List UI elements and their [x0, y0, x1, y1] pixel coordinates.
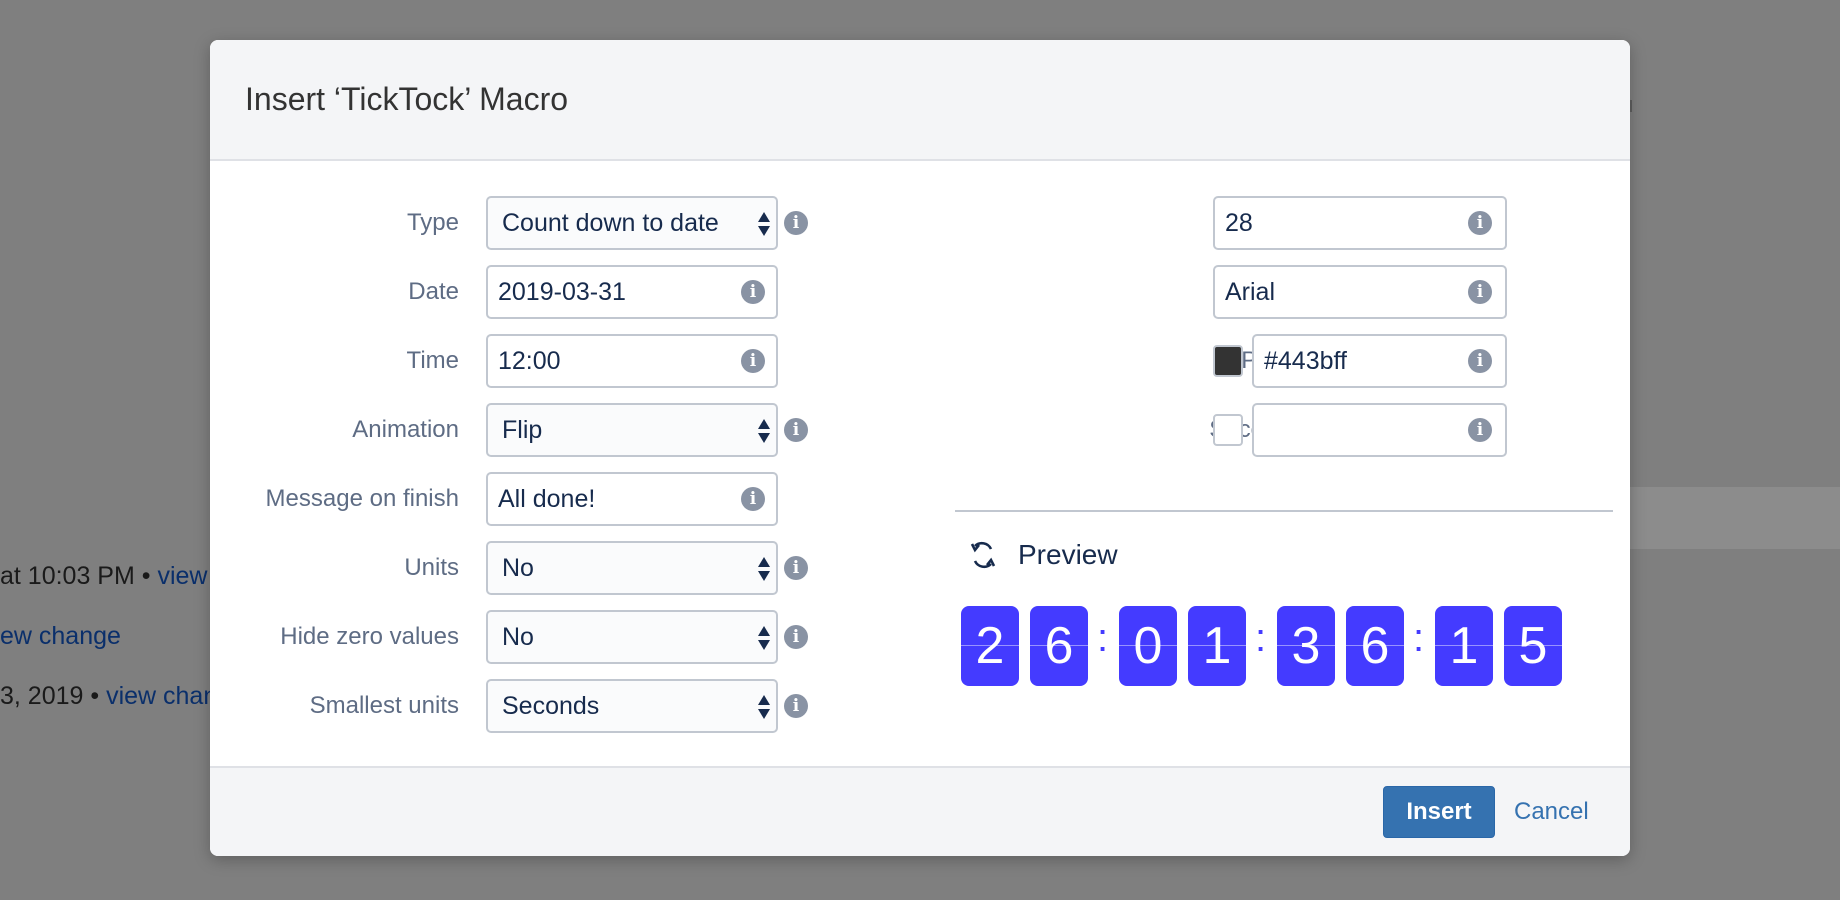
units-label: Units	[404, 554, 459, 581]
date-input[interactable]: 2019-03-31	[486, 265, 778, 319]
hide-zero-select-value: No	[502, 622, 534, 651]
dialog-header: Insert ‘TickTock’ Macro	[210, 40, 1630, 161]
units-select-value: No	[502, 553, 534, 582]
date-label: Date	[408, 278, 459, 305]
dialog-body: Type Count down to date i Date 2019-03-3…	[210, 161, 1630, 766]
countdown-digit: 2	[961, 606, 1019, 686]
units-info-icon[interactable]: i	[784, 556, 808, 580]
countdown-digit: 0	[1119, 606, 1177, 686]
units-select[interactable]: No	[486, 541, 778, 595]
cancel-button[interactable]: Cancel	[1510, 786, 1593, 838]
hide-zero-info-icon[interactable]: i	[784, 625, 808, 649]
countdown-digit: 6	[1346, 606, 1404, 686]
type-label: Type	[406, 209, 459, 236]
message-label: Message on finish	[265, 485, 459, 512]
message-input[interactable]: All done!	[486, 472, 778, 526]
size-input-value: 28	[1225, 208, 1253, 237]
countdown-digit: 1	[1188, 606, 1246, 686]
primary-colour-swatch[interactable]	[1213, 345, 1243, 377]
preview-divider	[955, 510, 1613, 512]
font-info-icon[interactable]: i	[1468, 280, 1492, 304]
dialog-footer: Insert Cancel	[210, 766, 1630, 856]
primary-colour-info-icon[interactable]: i	[1468, 349, 1492, 373]
date-info-icon[interactable]: i	[741, 280, 765, 304]
countdown-separator: :	[1255, 616, 1267, 660]
message-info-icon[interactable]: i	[741, 487, 765, 511]
type-select[interactable]: Count down to date	[486, 196, 778, 250]
date-input-value: 2019-03-31	[498, 277, 626, 306]
type-select-value: Count down to date	[502, 208, 719, 237]
font-input[interactable]: Arial	[1213, 265, 1507, 319]
background-link: ew change	[0, 622, 121, 650]
select-arrows-icon	[758, 210, 770, 238]
hide-zero-label: Hide zero values	[280, 623, 459, 650]
preview-title: Preview	[1018, 539, 1118, 570]
preview-header: Preview	[968, 539, 1118, 571]
countdown-digit: 6	[1030, 606, 1088, 686]
background-band	[1628, 487, 1840, 549]
background-history-line-1: at 10:03 PM • view	[0, 562, 207, 591]
countdown-separator: :	[1097, 616, 1109, 660]
smallest-units-select-value: Seconds	[502, 691, 600, 720]
time-input[interactable]: 12:00	[486, 334, 778, 388]
smallest-units-label: Smallest units	[309, 692, 459, 719]
animation-label: Animation	[352, 416, 459, 443]
animation-select[interactable]: Flip	[486, 403, 778, 457]
background-history-line-2: ew change	[0, 622, 121, 651]
message-input-value: All done!	[498, 484, 596, 513]
countdown-digit: 1	[1435, 606, 1493, 686]
type-info-icon[interactable]: i	[784, 211, 808, 235]
countdown-digit: 3	[1277, 606, 1335, 686]
countdown-separator: :	[1413, 616, 1425, 660]
background-history-line-3: 3, 2019 • view chan	[0, 682, 217, 711]
background-text: 3, 2019 •	[0, 682, 107, 710]
secondary-colour-info-icon[interactable]: i	[1468, 418, 1492, 442]
background-link: view chan	[106, 682, 218, 710]
time-label: Time	[406, 347, 459, 374]
animation-select-value: Flip	[502, 415, 543, 444]
countdown-digit: 5	[1504, 606, 1562, 686]
background-text: at 10:03 PM •	[0, 562, 158, 590]
dialog-title: Insert ‘TickTock’ Macro	[245, 81, 569, 117]
size-info-icon[interactable]: i	[1468, 211, 1492, 235]
refresh-icon[interactable]	[968, 540, 998, 570]
smallest-units-info-icon[interactable]: i	[784, 694, 808, 718]
time-info-icon[interactable]: i	[741, 349, 765, 373]
font-input-value: Arial	[1225, 277, 1276, 306]
background-link: view	[157, 562, 208, 590]
select-arrows-icon	[758, 693, 770, 721]
size-input[interactable]: 28	[1213, 196, 1507, 250]
insert-button[interactable]: Insert	[1383, 786, 1495, 838]
secondary-colour-swatch[interactable]	[1213, 414, 1243, 446]
time-input-value: 12:00	[498, 346, 561, 375]
smallest-units-select[interactable]: Seconds	[486, 679, 778, 733]
select-arrows-icon	[758, 417, 770, 445]
select-arrows-icon	[758, 624, 770, 652]
animation-info-icon[interactable]: i	[784, 418, 808, 442]
hide-zero-select[interactable]: No	[486, 610, 778, 664]
select-arrows-icon	[758, 555, 770, 583]
insert-macro-dialog: Insert ‘TickTock’ Macro Type Count down …	[210, 40, 1630, 856]
